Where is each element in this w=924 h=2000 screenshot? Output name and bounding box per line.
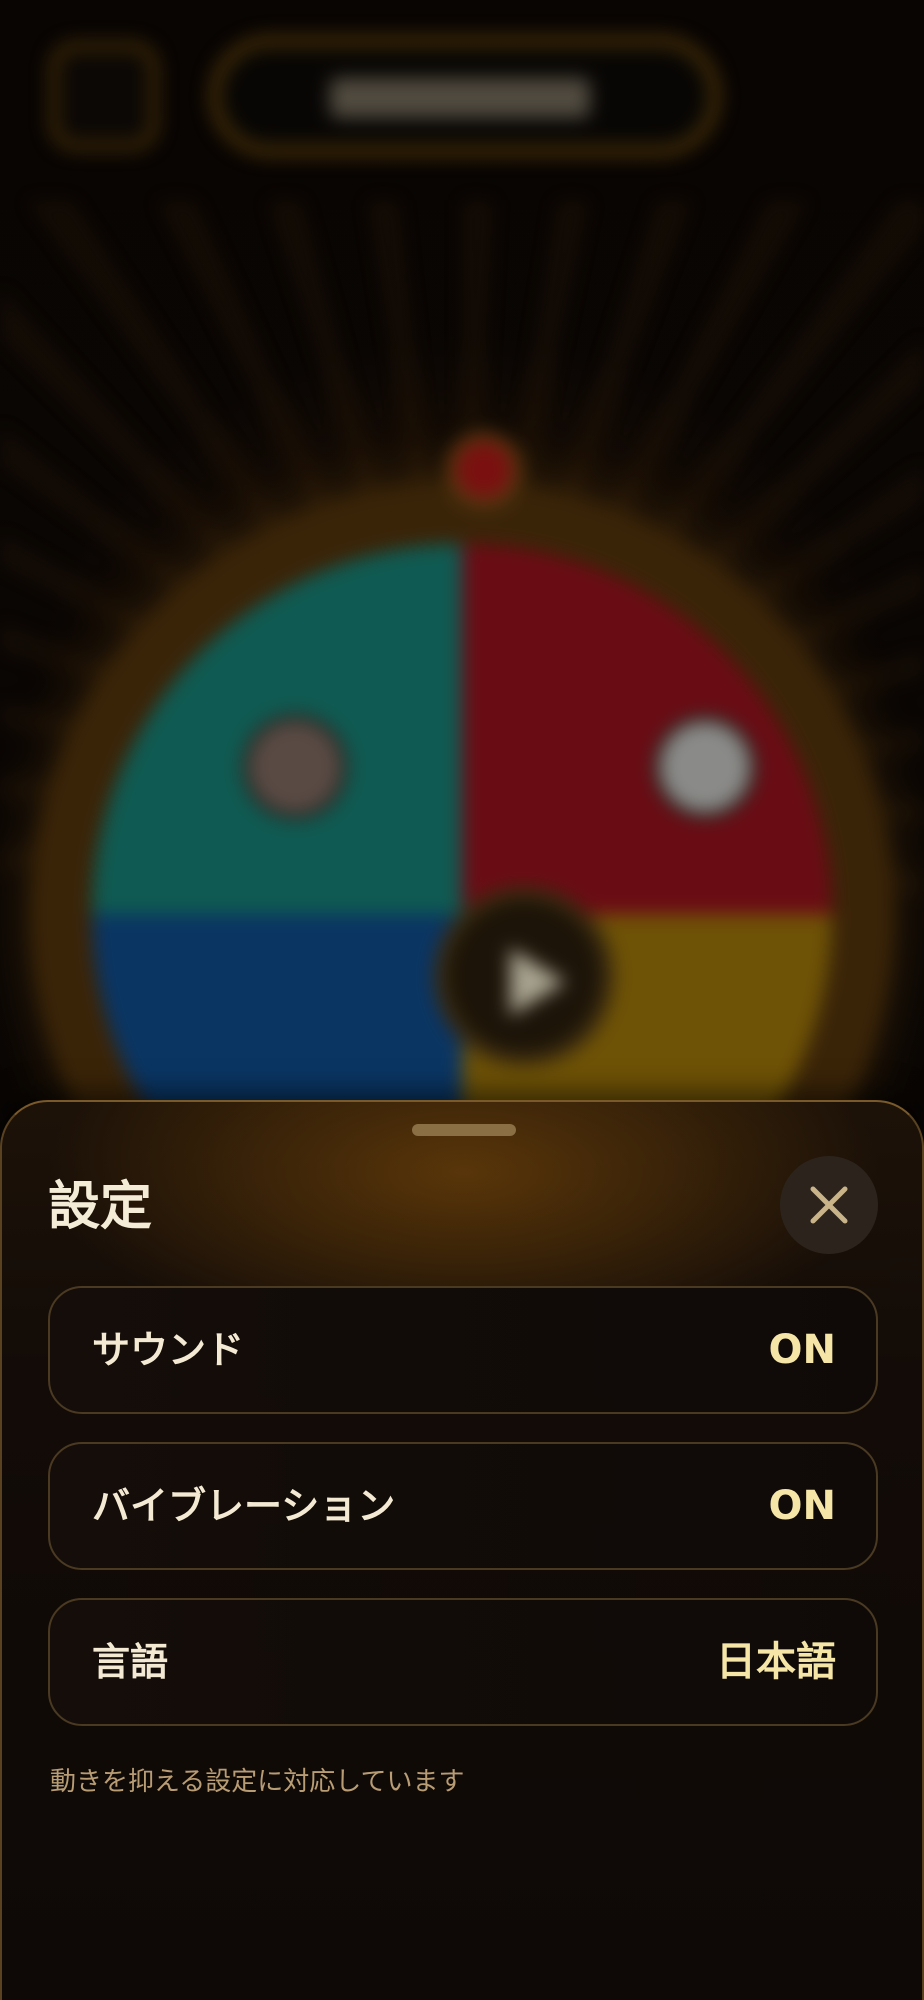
close-button[interactable]: [780, 1156, 878, 1254]
language-setting-row[interactable]: 言語 日本語: [48, 1598, 878, 1726]
settings-sheet: 設定 サウンド ON バイブレーション ON 言語 日本語 動きを抑える設定に対…: [0, 1100, 924, 2000]
vibration-setting-row[interactable]: バイブレーション ON: [48, 1442, 878, 1570]
mode-selector-text-blurred: [330, 78, 590, 118]
spin-play-button-blurred: [434, 886, 614, 1066]
wheel-token: [652, 714, 758, 820]
vibration-value: ON: [768, 1483, 836, 1529]
blurred-game-screen: [0, 0, 924, 1346]
vibration-label: バイブレーション: [92, 1484, 396, 1528]
language-value: 日本語: [716, 1639, 836, 1685]
sound-setting-row[interactable]: サウンド ON: [48, 1286, 878, 1414]
wheel-token: [242, 714, 348, 820]
sound-label: サウンド: [92, 1328, 245, 1372]
menu-button-blurred: [50, 42, 158, 150]
sound-value: ON: [768, 1327, 836, 1373]
language-label: 言語: [92, 1640, 169, 1684]
wheel-pointer-pin: [446, 432, 522, 508]
reduced-motion-note: 動きを抑える設定に対応しています: [50, 1767, 465, 1797]
sheet-drag-handle[interactable]: [412, 1124, 516, 1136]
sheet-title: 設定: [48, 1176, 153, 1237]
close-icon: [810, 1186, 848, 1224]
